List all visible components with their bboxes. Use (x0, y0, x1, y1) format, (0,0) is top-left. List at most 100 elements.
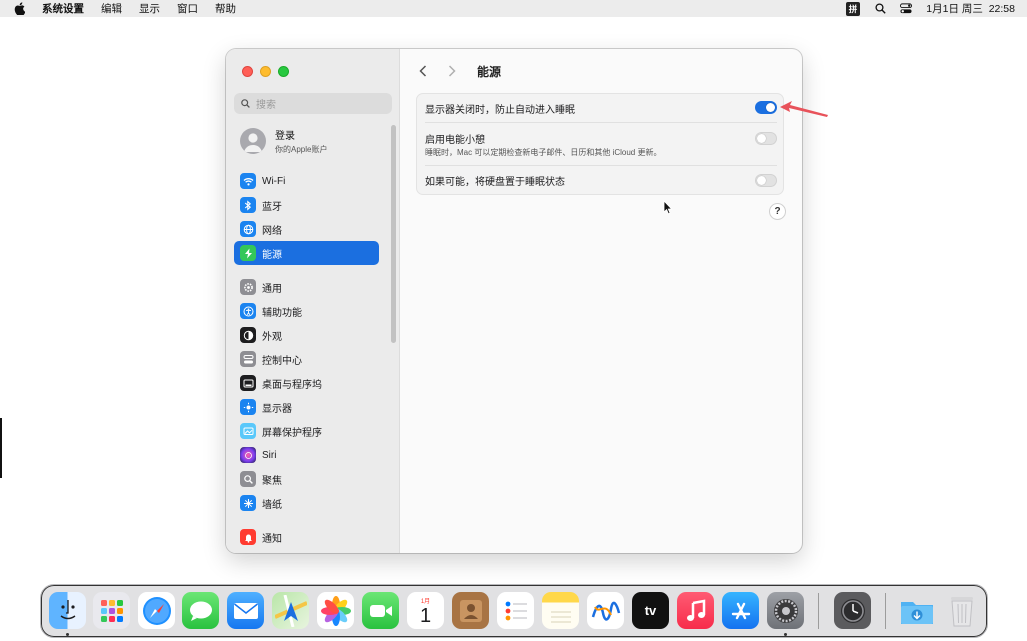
messages-icon[interactable] (182, 592, 219, 629)
safari-icon[interactable] (138, 592, 175, 629)
mail-icon[interactable] (227, 592, 264, 629)
sidebar-item-siri[interactable]: Siri (234, 443, 379, 467)
photos-icon[interactable] (317, 592, 354, 629)
app-store-icon[interactable] (722, 592, 759, 629)
sidebar-item-desktop-dock[interactable]: 桌面与程序坞 (234, 371, 379, 395)
calendar-month: 1月 (420, 599, 431, 605)
sidebar-item-label: 通知 (262, 533, 282, 545)
dock-separator (818, 593, 819, 629)
control-center-menu-icon[interactable] (900, 3, 913, 15)
close-window-button[interactable] (242, 66, 253, 77)
sidebar-item-label: 墙纸 (262, 499, 282, 511)
setting-row-disk-sleep: 如果可能，将硬盘置于睡眠状态 (417, 166, 785, 195)
trash-icon[interactable] (943, 592, 980, 629)
bell-icon (240, 529, 256, 545)
bluetooth-icon (240, 197, 256, 213)
facetime-icon[interactable] (362, 592, 399, 629)
contacts-icon[interactable] (452, 592, 489, 629)
help-button[interactable]: ? (769, 203, 786, 220)
launchpad-icon[interactable] (93, 592, 130, 629)
system-settings-running-indicator (784, 633, 787, 636)
setting-row-prevent-sleep: 显示器关闭时，防止自动进入睡眠 (417, 94, 785, 122)
setting-description: 睡眠时，Mac 可以定期检查新电子邮件、日历和其他 iCloud 更新。 (425, 148, 662, 157)
settings-window: 搜索 登录 你的Apple账户 Wi-Fi 蓝牙 网络 能源 通用 辅助功能 外… (226, 49, 802, 553)
menu-edit[interactable]: 编辑 (101, 1, 122, 16)
menu-app-name[interactable]: 系统设置 (42, 1, 84, 16)
downloads-folder-icon[interactable] (898, 592, 935, 629)
apple-menu-icon[interactable] (14, 2, 28, 15)
sidebar-item-label: 外观 (262, 331, 282, 343)
maps-icon[interactable] (272, 592, 309, 629)
control-center-icon (240, 351, 256, 367)
power-nap-toggle[interactable] (755, 132, 777, 145)
prevent-sleep-toggle[interactable] (755, 101, 777, 114)
spotlight-search-icon[interactable] (874, 3, 886, 15)
accessibility-icon (240, 303, 256, 319)
appearance-icon (240, 327, 256, 343)
sidebar-item-general[interactable]: 通用 (234, 275, 379, 299)
sidebar-item-energy[interactable]: 能源 (234, 241, 379, 265)
notes-icon[interactable] (542, 592, 579, 629)
input-method-badge[interactable]: 拼 (845, 1, 861, 16)
minimize-window-button[interactable] (260, 66, 271, 77)
finder-icon[interactable] (49, 592, 86, 629)
sidebar-item-label: 控制中心 (262, 355, 302, 367)
setting-label: 启用电能小憩 (425, 135, 485, 146)
sidebar-item-label: 网络 (262, 225, 282, 237)
sidebar-item-label: Siri (262, 449, 277, 461)
content-pane: 能源 显示器关闭时，防止自动进入睡眠 启用电能小憩 睡眠时，Mac 可以定期检查… (401, 49, 802, 553)
sidebar-item-accessibility[interactable]: 辅助功能 (234, 299, 379, 323)
calendar-icon[interactable]: 1月 1 (407, 592, 444, 629)
avatar (240, 128, 266, 154)
freeform-icon[interactable] (587, 592, 624, 629)
sidebar-item-control-center[interactable]: 控制中心 (234, 347, 379, 371)
setting-row-power-nap: 启用电能小憩 睡眠时，Mac 可以定期检查新电子邮件、日历和其他 iCloud … (417, 123, 785, 165)
sidebar-item-label: 聚焦 (262, 475, 282, 487)
menubar-clock[interactable]: 1月1日 周三 22:58 (926, 1, 1015, 16)
annotation-arrow-icon (780, 101, 828, 117)
apple-account-signin[interactable]: 登录 你的Apple账户 (240, 127, 327, 155)
display-icon (240, 399, 256, 415)
sidebar-item-displays[interactable]: 显示器 (234, 395, 379, 419)
screen-time-icon[interactable] (834, 592, 871, 629)
screen-edge-artifact (0, 418, 2, 478)
finder-running-indicator (66, 633, 69, 636)
sidebar-item-screensaver[interactable]: 屏幕保护程序 (234, 419, 379, 443)
menu-window[interactable]: 窗口 (177, 1, 198, 16)
back-button[interactable] (413, 61, 433, 81)
gear-icon (240, 279, 256, 295)
sidebar-item-bluetooth[interactable]: 蓝牙 (234, 193, 379, 217)
disk-sleep-toggle[interactable] (755, 174, 777, 187)
forward-button[interactable] (442, 61, 462, 81)
apple-tv-icon[interactable]: tv (632, 592, 669, 629)
wifi-icon (240, 173, 256, 189)
dock: 1月 1 tv (40, 584, 988, 638)
account-subtitle: 你的Apple账户 (275, 145, 328, 154)
menu-view[interactable]: 显示 (139, 1, 160, 16)
reminders-icon[interactable] (497, 592, 534, 629)
sidebar-item-notifications[interactable]: 通知 (234, 525, 379, 549)
siri-icon (240, 447, 256, 463)
globe-icon (240, 221, 256, 237)
mouse-cursor-icon (663, 200, 673, 215)
sidebar-item-network[interactable]: 网络 (234, 217, 379, 241)
sidebar-item-label: 显示器 (262, 403, 292, 415)
sidebar-scrollbar[interactable] (391, 125, 396, 343)
sidebar-item-wifi[interactable]: Wi-Fi (234, 169, 379, 193)
energy-settings-group: 显示器关闭时，防止自动进入睡眠 启用电能小憩 睡眠时，Mac 可以定期检查新电子… (416, 93, 784, 195)
sidebar-item-label: 蓝牙 (262, 201, 282, 213)
sidebar-search-field[interactable]: 搜索 (234, 93, 392, 114)
zoom-window-button[interactable] (278, 66, 289, 77)
sidebar-item-appearance[interactable]: 外观 (234, 323, 379, 347)
menu-help[interactable]: 帮助 (215, 1, 236, 16)
sidebar-item-wallpaper[interactable]: 墙纸 (234, 491, 379, 515)
search-placeholder: 搜索 (256, 100, 276, 111)
setting-label: 显示器关闭时，防止自动进入睡眠 (425, 104, 575, 116)
sidebar-item-label: 屏幕保护程序 (262, 427, 322, 439)
dock-icon (240, 375, 256, 391)
account-name: 登录 (275, 131, 295, 142)
sidebar-item-spotlight[interactable]: 聚焦 (234, 467, 379, 491)
system-settings-icon[interactable] (767, 592, 804, 629)
wallpaper-icon (240, 495, 256, 511)
music-icon[interactable] (677, 592, 714, 629)
